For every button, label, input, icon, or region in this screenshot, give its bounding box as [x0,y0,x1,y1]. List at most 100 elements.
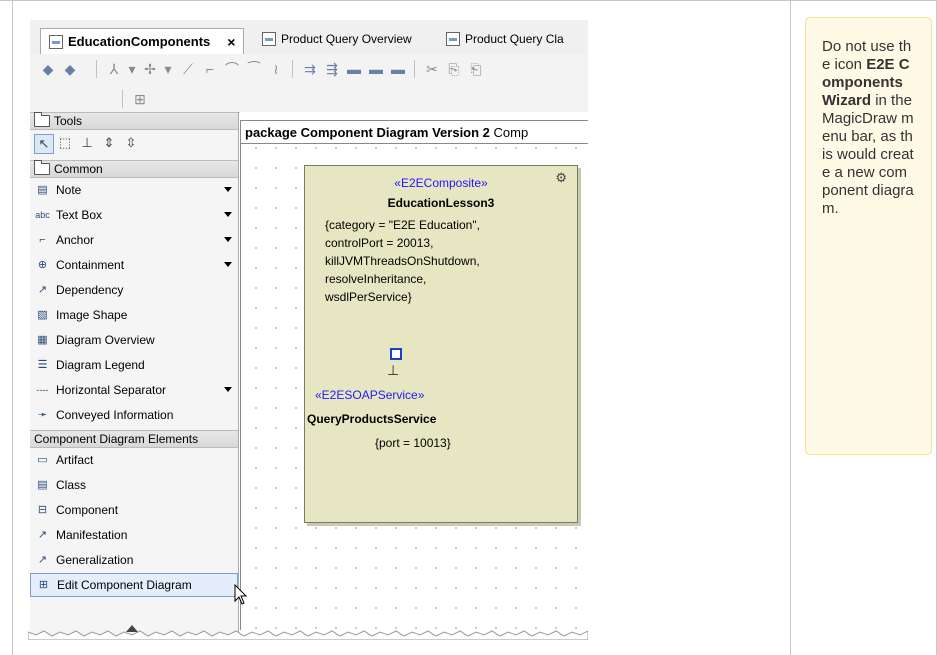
palette-item-diagram-overview[interactable]: ▦ Diagram Overview [30,328,238,352]
item-label: Class [56,478,87,492]
component-stereotype: «E2EComposite» [394,176,488,190]
horizontal-separator-icon: ---- [36,384,49,395]
palette-group-tools[interactable]: Tools [30,112,238,130]
item-label: Text Box [56,208,103,222]
palette-item-class[interactable]: ▤ Class [30,473,238,497]
item-label: Edit Component Diagram [57,578,192,592]
palette-item-diagram-legend[interactable]: ☰ Diagram Legend [30,353,238,377]
dropdown-arrow-icon[interactable] [224,237,232,242]
palette-item-containment[interactable]: ⊕ Containment [30,253,238,277]
layout-icon[interactable]: ⅄ [106,61,122,77]
diagram-legend-icon: ☰ [37,358,48,371]
soap-service-icon: ⊥ [387,362,400,378]
table-top-border [0,0,937,1]
tab-education-components[interactable]: EducationComponents × [40,28,245,54]
toolbar-separator [122,90,123,108]
item-label: Diagram Overview [56,333,155,347]
palette-item-generalization[interactable]: ↗ Generalization [30,548,238,572]
diagram-overview-icon [262,32,276,46]
edit-component-diagram-icon: ⊞ [38,578,49,591]
arrange-icon[interactable]: ✢ [142,61,158,77]
dropdown-arrow-icon[interactable] [224,262,232,267]
dropdown-arrow-icon[interactable] [224,387,232,392]
class-icon: ▤ [37,478,48,491]
component-name: EducationLesson3 [387,196,495,210]
magicdraw-screenshot: EducationComponents × Product Query Over… [28,18,588,640]
note-text-after: in the MagicDraw menu bar, as this would… [822,92,914,217]
dependency-icon: ↗ [37,283,48,296]
oblique-path-icon[interactable]: ⟋ [180,61,196,77]
dropdown-arrow-icon[interactable] [224,187,232,192]
palette-item-component[interactable]: ⊟ Component [30,498,238,522]
dropdown-arrow-icon[interactable] [224,212,232,217]
palette-item-conveyed-information[interactable]: ➛ Conveyed Information [30,403,238,427]
item-label: Dependency [56,283,124,297]
group-label: Component Diagram Elements [34,432,199,446]
palette-tools-row: ↖ ⬚ ⊥ ⇕ ⇳ [30,130,238,156]
palette-item-note[interactable]: ▤ Note [30,178,238,202]
palette-item-edit-component-diagram[interactable]: ⊞ Edit Component Diagram [30,573,238,597]
owner-icon[interactable]: ⊥ [78,134,96,152]
item-label: Horizontal Separator [56,383,167,397]
diagram-overview-icon: ▦ [37,333,48,346]
same-height-icon[interactable]: ▬ [368,61,384,77]
palette-item-text-box[interactable]: abc Text Box [30,203,238,227]
item-label: Artifact [56,453,94,467]
item-label: Anchor [56,233,95,247]
component-education-lesson3[interactable]: ⚙ «E2EComposite» EducationLesson3 {categ… [304,165,578,523]
port[interactable] [390,348,402,360]
palette-item-horizontal-separator[interactable]: ---- Horizontal Separator [30,378,238,402]
folder-icon [34,160,50,175]
remove-space-icon[interactable]: ⇳ [122,134,140,152]
align-center-icon[interactable]: ⇶ [324,61,340,77]
component-tagged-values: {category = "E2E Education", controlPort… [325,218,480,304]
marquee-select-icon[interactable]: ⬚ [56,134,74,152]
service-name: QueryProductsService [307,412,437,426]
palette-item-anchor[interactable]: ⌐ Anchor [30,228,238,252]
forward-icon[interactable]: ◆ [62,61,78,77]
tab-product-query-class[interactable]: Product Query Cla [446,26,564,52]
copy-icon[interactable]: ⎘ [446,61,462,77]
palette-item-artifact[interactable]: ▭ Artifact [30,448,238,472]
same-width-icon[interactable]: ▬ [346,61,362,77]
bezier-path-icon[interactable]: ⌒ [224,61,240,77]
palette-group-common[interactable]: Common [30,160,238,178]
rectilinear-path-icon[interactable]: ⌐ [202,61,218,77]
group-label: Tools [54,114,83,128]
folder-icon [34,112,50,127]
cut-icon[interactable]: ✂ [424,61,440,77]
pointer-icon[interactable]: ↖ [34,134,54,154]
containment-tree-icon[interactable]: ⊞ [132,91,148,107]
close-icon[interactable]: × [227,34,235,50]
palette-group-component-diagram-elements[interactable]: Component Diagram Elements [30,430,238,448]
service-stereotype: «E2ESOAPService» [315,388,425,402]
same-size-icon[interactable]: ▬ [390,61,406,77]
tab-product-query-overview[interactable]: Product Query Overview [262,26,412,52]
diagram-title-rest: Comp [493,124,529,140]
dropdown-icon[interactable]: ▾ [160,61,176,77]
diagram-title: package Component Diagram Version 2 [245,124,490,140]
item-label: Component [56,503,119,517]
curve-path-icon[interactable]: ⁀ [246,61,262,77]
back-icon[interactable]: ◆ [40,61,56,77]
group-label: Common [54,162,103,176]
diagram-palette: Tools ↖ ⬚ ⊥ ⇕ ⇳ Common ▤ Note abc Text B… [30,112,239,640]
info-note-panel: Do not use the icon E2E Components Wizar… [805,17,932,455]
insert-space-icon[interactable]: ⇕ [100,134,118,152]
diagram-frame-border [240,144,241,630]
artifact-icon: ▭ [37,453,48,466]
toolbar-separator [96,60,97,78]
item-label: Containment [56,258,125,272]
diagram-frame-title: package Component Diagram Version 2 Comp [240,120,588,144]
zigzag-path-icon[interactable]: ≀ [268,61,284,77]
palette-item-dependency[interactable]: ↗ Dependency [30,278,238,302]
palette-item-manifestation[interactable]: ↗ Manifestation [30,523,238,547]
diagram-tab-bar: EducationComponents × Product Query Over… [30,20,588,55]
paste-icon[interactable]: ⎗ [468,61,484,77]
palette-item-image-shape[interactable]: ▧ Image Shape [30,303,238,327]
dropdown-icon[interactable]: ▾ [124,61,140,77]
item-label: Note [56,183,82,197]
note-text: Do not use the icon E2E Components Wizar… [822,38,914,218]
item-label: Image Shape [56,308,128,322]
align-left-icon[interactable]: ⇉ [302,61,318,77]
